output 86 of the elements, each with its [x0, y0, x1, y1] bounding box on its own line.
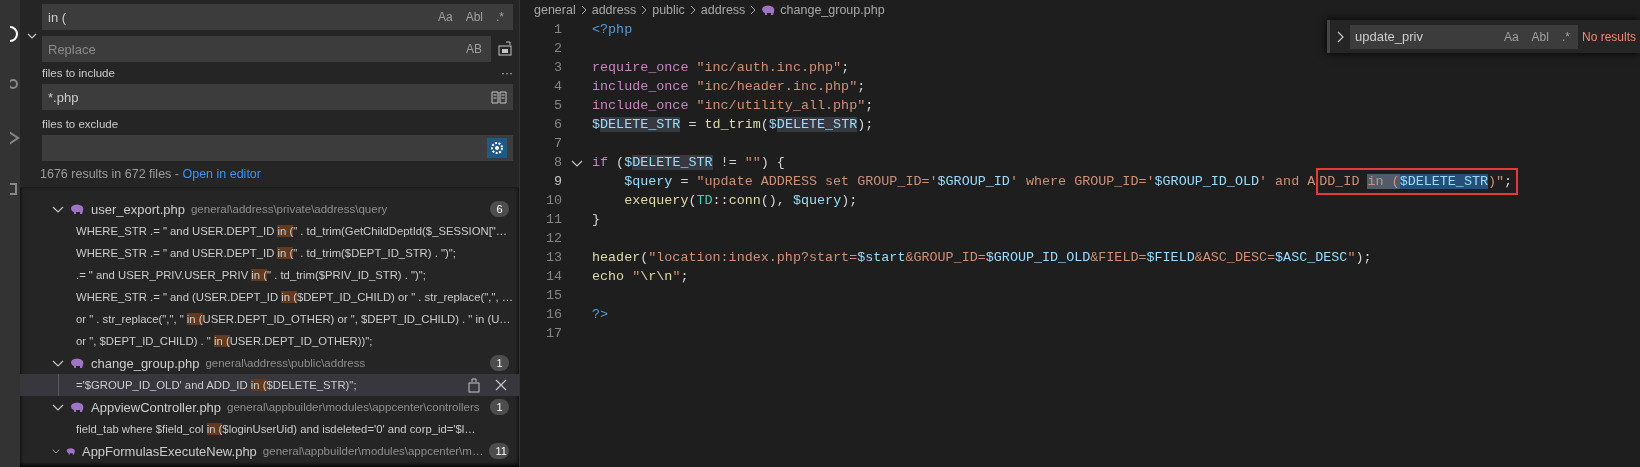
search-match[interactable]: ='$GROUP_ID_OLD' and ADD_ID in ($DELETE_STR)"; — [20, 374, 519, 396]
elephant-icon — [70, 401, 85, 413]
file-path: general\address\public\address — [205, 357, 367, 369]
file-name[interactable]: AppviewController.php — [91, 399, 222, 415]
find-status: No results — [1581, 29, 1636, 44]
file-path: general\appbuilder\modules\appcenter\controllers — [227, 401, 481, 413]
chevron-right-icon — [579, 5, 588, 15]
line-number: 15 — [544, 288, 562, 303]
preserve-case-toggle[interactable]: AB — [463, 40, 485, 58]
chevron-right-icon — [749, 5, 758, 15]
results-summary: 1676 results in 672 files - Open in editor — [39, 166, 262, 183]
search-match[interactable]: or ", $DEPT_ID_CHILD) . " in (USER.DEPT_ID_OTHER))"; — [20, 330, 519, 352]
line-number: 5 — [552, 98, 562, 113]
chevron-right-icon — [640, 5, 649, 15]
search-option-toggle[interactable]: .* — [493, 8, 507, 26]
line-number: 8 — [552, 155, 562, 170]
search-icon[interactable] — [10, 24, 20, 44]
line-number: 13 — [544, 250, 562, 265]
line-number: 3 — [552, 60, 562, 75]
line-number: 9 — [552, 174, 562, 189]
match-count: 11 — [489, 443, 509, 459]
file-path: general\appbuilder\modules\appcenter\m… — [262, 445, 484, 457]
replace-all-icon[interactable] — [497, 41, 513, 57]
line-number: 10 — [544, 193, 562, 208]
search-match[interactable]: .= " and USER_PRIV.USER_PRIV in (" . td_trim($PRIV_ID_STR) . ")"; — [20, 264, 519, 286]
toggle-details-button[interactable]: ··· — [501, 66, 513, 80]
breadcrumb-item[interactable]: address — [700, 3, 746, 17]
include-label: files to include — [42, 67, 115, 79]
search-match[interactable]: WHERE_STR .= " and (USER.DEPT_ID in ($DEPT_ID_CHILD) or " . str_replace(",", … — [20, 286, 519, 308]
search-field[interactable]: in ( Aa Abl .* — [42, 4, 513, 30]
code-line: echo "\r\n"; — [592, 269, 689, 284]
breadcrumb-item[interactable]: general — [534, 3, 576, 17]
code-line: ?> — [592, 307, 609, 322]
file-name[interactable]: user_export.php — [91, 201, 185, 217]
include-field[interactable]: *.php — [42, 84, 513, 110]
match-count: 1 — [490, 355, 509, 371]
search-match[interactable]: or " . str_replace(",", " in (USER.DEPT_ID_OTHER) or ", $DEPT_ID_CHILD) . " in (U… — [20, 308, 519, 330]
search-option-toggle[interactable]: Aa — [1500, 27, 1522, 46]
code-line: require_once "inc/auth.inc.php"; — [592, 60, 850, 75]
line-number: 4 — [552, 79, 562, 94]
settings-icon[interactable] — [487, 138, 507, 158]
exclude-label: files to exclude — [42, 118, 119, 130]
breadcrumb-item[interactable]: change_group.php — [780, 3, 885, 17]
code-line: exequery(TD::conn(), $query); — [623, 193, 858, 208]
line-number: 11 — [544, 212, 562, 227]
line-number: 17 — [544, 326, 562, 341]
search-match[interactable]: WHERE_STR .= " and USER.DEPT_ID in (" . td_trim($DEPT_ID_STR) . ")"; — [20, 242, 519, 264]
search-option-toggle[interactable]: Abl — [462, 8, 486, 26]
breadcrumb-item[interactable]: address — [591, 3, 637, 17]
line-number: 16 — [544, 307, 562, 322]
exclude-field[interactable] — [42, 135, 513, 161]
code-line: <?php — [592, 22, 633, 37]
search-match[interactable]: WHERE_STR .= " and USER.DEPT_ID in (" . td_trim(GetChildDeptId($_SESSION["… — [20, 220, 519, 242]
annotation-box: DD_ID in ($DELETE_STR)"; — [1316, 168, 1519, 195]
search-option-toggle[interactable]: .* — [1558, 27, 1573, 46]
file-name[interactable]: change_group.php — [91, 355, 200, 371]
close-icon[interactable] — [495, 379, 507, 391]
file-name[interactable]: AppFormulasExecuteNew.php — [81, 443, 257, 459]
search-match[interactable]: field_tab where $field_col in ($loginUserUid) and isdeleted='0' and corp_id='$l… — [20, 418, 519, 440]
replace-field[interactable]: Replace AB — [42, 36, 491, 62]
search-option-toggle[interactable]: Aa — [434, 8, 456, 26]
file-path: general\address\private\address\query — [190, 203, 389, 215]
elephant-icon — [70, 203, 85, 215]
elephant-icon — [761, 4, 777, 16]
line-number: 12 — [544, 231, 562, 246]
code-line: } — [592, 212, 601, 227]
find-field[interactable]: update_priv Aa Abl .* — [1350, 24, 1578, 49]
elephant-icon — [70, 357, 85, 369]
chevron-right-icon — [688, 5, 697, 15]
line-number: 1 — [552, 22, 562, 37]
breadcrumb-item[interactable]: public — [652, 3, 685, 17]
code-line: $DELETE_STR = td_trim($DELETE_STR); — [592, 117, 874, 132]
open-in-editor-link[interactable]: Open in editor — [182, 167, 261, 181]
line-number: 6 — [552, 117, 562, 132]
code-line: include_once "inc/utility_all.php"; — [592, 98, 874, 113]
book-icon[interactable] — [491, 90, 507, 104]
code-line: include_once "inc/header.inc.php"; — [592, 79, 866, 94]
line-number: 7 — [552, 136, 562, 151]
code-line: if ($DELETE_STR != "") { — [592, 155, 785, 170]
line-number: 14 — [544, 269, 562, 284]
code-line: header("location:index.php?start=$start&GROUP_ID=$GROUP_ID_OLD&FIELD=$FIELD&ASC_DESC=$ASC_DESC"); — [592, 250, 1372, 265]
match-count: 6 — [490, 201, 509, 217]
search-option-toggle[interactable]: Abl — [1528, 27, 1552, 46]
match-count: 1 — [490, 399, 509, 415]
elephant-icon — [66, 445, 76, 457]
line-number: 2 — [552, 41, 562, 56]
